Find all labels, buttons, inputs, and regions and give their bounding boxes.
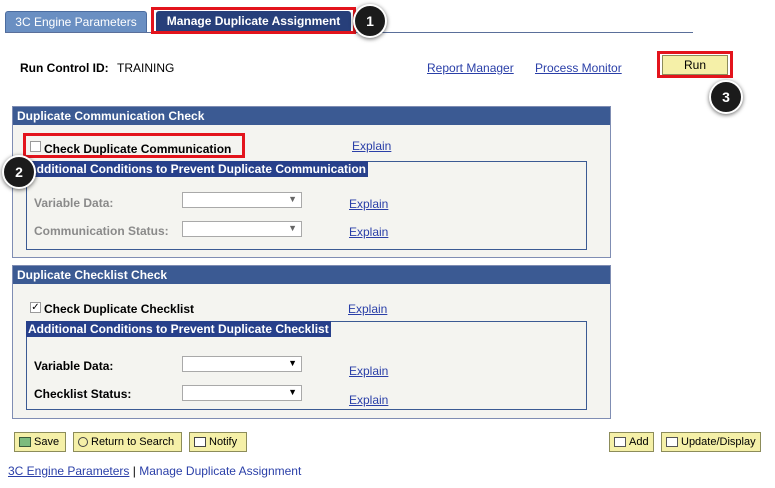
checklist-status-select[interactable]: ▼ — [182, 385, 302, 401]
callout-1: 1 — [353, 4, 387, 38]
comm-variable-data-explain-link[interactable]: Explain — [349, 197, 388, 211]
notify-button[interactable]: Notify — [189, 432, 247, 452]
add-button-label: Add — [629, 436, 649, 448]
update-display-button[interactable]: Update/Display — [661, 432, 761, 452]
return-to-search-button[interactable]: Return to Search — [73, 432, 182, 452]
report-manager-link[interactable]: Report Manager — [427, 61, 514, 75]
checklist-status-label: Checklist Status: — [34, 387, 132, 401]
checklist-status-explain-link[interactable]: Explain — [349, 393, 388, 407]
callout-3: 3 — [709, 80, 743, 114]
checklist-variable-data-select[interactable]: ▼ — [182, 356, 302, 372]
chevron-down-icon: ▼ — [288, 194, 297, 204]
add-icon — [614, 437, 626, 447]
duplicate-communication-title: Duplicate Communication Check — [13, 107, 610, 125]
check-duplicate-checklist-label: Check Duplicate Checklist — [44, 302, 195, 316]
checklist-variable-data-explain-link[interactable]: Explain — [349, 364, 388, 378]
run-control-value: TRAINING — [117, 61, 175, 75]
highlight-box-tab — [151, 7, 356, 34]
highlight-box-run — [657, 51, 733, 78]
communication-status-label: Communication Status: — [34, 224, 169, 238]
footer-separator: | — [132, 464, 136, 478]
chevron-down-icon: ▼ — [288, 358, 297, 368]
comm-checkbox-explain-link[interactable]: Explain — [352, 139, 391, 153]
check-duplicate-checklist-checkbox[interactable]: ✓ — [30, 302, 41, 313]
save-button[interactable]: Save — [14, 432, 66, 452]
return-to-search-label: Return to Search — [91, 436, 175, 448]
highlight-box-checkbox — [23, 133, 245, 158]
checkmark-icon: ✓ — [31, 302, 40, 313]
footer-link-3c-engine-parameters[interactable]: 3C Engine Parameters — [8, 464, 129, 478]
run-control-label: Run Control ID: — [20, 61, 109, 75]
notify-button-label: Notify — [209, 436, 238, 448]
duplicate-checklist-title: Duplicate Checklist Check — [13, 266, 610, 284]
notify-icon — [194, 437, 206, 447]
update-display-label: Update/Display — [681, 436, 756, 448]
communication-status-explain-link[interactable]: Explain — [349, 225, 388, 239]
chevron-down-icon: ▼ — [288, 223, 297, 233]
save-button-label: Save — [34, 436, 60, 448]
checklist-conditions-title: Additional Conditions to Prevent Duplica… — [26, 321, 331, 337]
add-button[interactable]: Add — [609, 432, 654, 452]
process-monitor-link[interactable]: Process Monitor — [535, 61, 622, 75]
checklist-checkbox-explain-link[interactable]: Explain — [348, 302, 387, 316]
comm-conditions-title: Additional Conditions to Prevent Duplica… — [26, 161, 369, 177]
footer-nav: 3C Engine Parameters | Manage Duplicate … — [8, 464, 301, 478]
footer-link-manage-duplicate-assignment[interactable]: Manage Duplicate Assignment — [139, 464, 301, 478]
tab-3c-engine-parameters[interactable]: 3C Engine Parameters — [5, 11, 147, 32]
communication-status-select[interactable]: ▼ — [182, 221, 302, 237]
comm-variable-data-label: Variable Data: — [34, 196, 114, 210]
callout-2: 2 — [2, 155, 36, 189]
update-display-icon — [666, 437, 678, 447]
chevron-down-icon: ▼ — [288, 387, 297, 397]
comm-variable-data-select[interactable]: ▼ — [182, 192, 302, 208]
save-icon — [19, 437, 31, 447]
magnifier-icon — [78, 437, 88, 447]
checklist-variable-data-label: Variable Data: — [34, 359, 114, 373]
